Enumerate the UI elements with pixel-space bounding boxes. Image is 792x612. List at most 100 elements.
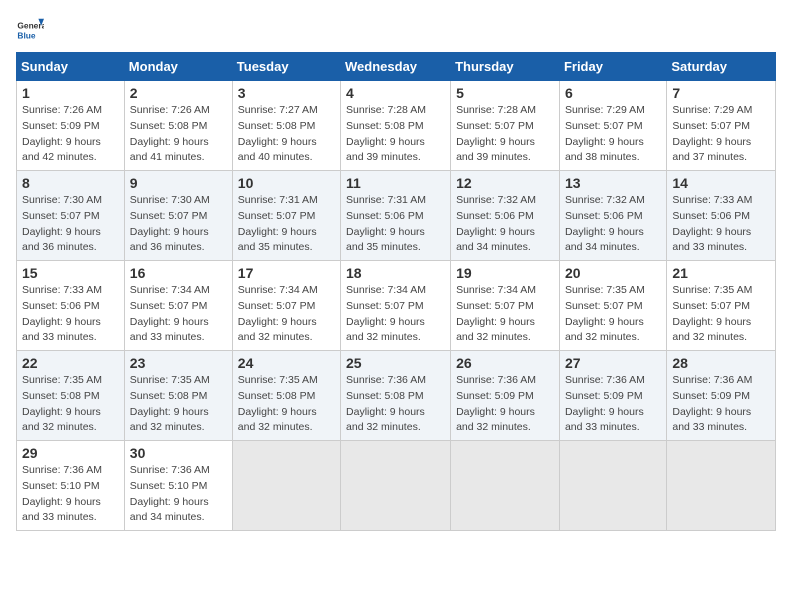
calendar-cell: 2 Sunrise: 7:26 AMSunset: 5:08 PMDaylight… bbox=[124, 81, 232, 171]
day-number: 9 bbox=[130, 175, 227, 191]
calendar-header-monday: Monday bbox=[124, 53, 232, 81]
day-number: 13 bbox=[565, 175, 661, 191]
svg-text:Blue: Blue bbox=[17, 30, 35, 40]
calendar-cell: 6Sunrise: 7:29 AMSunset: 5:07 PMDaylight… bbox=[559, 81, 666, 171]
day-detail: Sunrise: 7:28 AMSunset: 5:08 PMDaylight:… bbox=[346, 103, 445, 166]
day-detail: Sunrise: 7:36 AMSunset: 5:09 PMDaylight:… bbox=[565, 373, 661, 436]
calendar-cell: 5 Sunrise: 7:28 AMSunset: 5:07 PMDaylight… bbox=[451, 81, 560, 171]
calendar-week-5: 29 Sunrise: 7:36 AMSunset: 5:10 PMDayligh… bbox=[17, 441, 776, 531]
calendar-cell: 23Sunrise: 7:35 AMSunset: 5:08 PMDayligh… bbox=[124, 351, 232, 441]
day-number: 7 bbox=[672, 85, 770, 101]
day-detail: Sunrise: 7:36 AMSunset: 5:08 PMDaylight:… bbox=[346, 373, 445, 436]
day-number: 14 bbox=[672, 175, 770, 191]
day-number: 11 bbox=[346, 175, 445, 191]
day-detail: Sunrise: 7:35 AMSunset: 5:08 PMDaylight:… bbox=[238, 373, 335, 436]
day-number: 4 bbox=[346, 85, 445, 101]
calendar-cell: 24 Sunrise: 7:35 AMSunset: 5:08 PMDayligh… bbox=[232, 351, 340, 441]
calendar-week-2: 8 Sunrise: 7:30 AMSunset: 5:07 PMDaylight… bbox=[17, 171, 776, 261]
day-detail: Sunrise: 7:34 AMSunset: 5:07 PMDaylight:… bbox=[456, 283, 554, 346]
calendar-week-3: 15 Sunrise: 7:33 AMSunset: 5:06 PMDayligh… bbox=[17, 261, 776, 351]
calendar-cell: 22Sunrise: 7:35 AMSunset: 5:08 PMDayligh… bbox=[17, 351, 125, 441]
calendar-table: SundayMondayTuesdayWednesdayThursdayFrid… bbox=[16, 52, 776, 531]
calendar-cell bbox=[667, 441, 776, 531]
calendar-cell bbox=[232, 441, 340, 531]
day-detail: Sunrise: 7:36 AMSunset: 5:09 PMDaylight:… bbox=[456, 373, 554, 436]
day-number: 8 bbox=[22, 175, 119, 191]
day-number: 2 bbox=[130, 85, 227, 101]
day-number: 12 bbox=[456, 175, 554, 191]
calendar-cell: 19Sunrise: 7:34 AMSunset: 5:07 PMDayligh… bbox=[451, 261, 560, 351]
calendar-cell: 13 Sunrise: 7:32 AMSunset: 5:06 PMDayligh… bbox=[559, 171, 666, 261]
calendar-cell bbox=[341, 441, 451, 531]
day-detail: Sunrise: 7:36 AMSunset: 5:10 PMDaylight:… bbox=[22, 463, 119, 526]
day-number: 24 bbox=[238, 355, 335, 371]
calendar-cell: 30 Sunrise: 7:36 AMSunset: 5:10 PMDayligh… bbox=[124, 441, 232, 531]
calendar-week-4: 22 Sunrise: 7:35 AMSunset: 5:08 PMDayligh… bbox=[17, 351, 776, 441]
calendar-header-friday: Friday bbox=[559, 53, 666, 81]
day-number: 27 bbox=[565, 355, 661, 371]
day-detail: Sunrise: 7:31 AMSunset: 5:06 PMDaylight:… bbox=[346, 193, 445, 256]
day-detail: Sunrise: 7:30 AMSunset: 5:07 PMDaylight:… bbox=[130, 193, 227, 256]
header: GeneralBlue bbox=[16, 16, 776, 44]
day-detail: Sunrise: 7:29 AMSunset: 5:07 PMDaylight:… bbox=[672, 103, 770, 166]
day-detail: Sunrise: 7:33 AMSunset: 5:06 PMDaylight:… bbox=[22, 283, 119, 346]
calendar-cell: 4 Sunrise: 7:28 AMSunset: 5:08 PMDaylight… bbox=[341, 81, 451, 171]
calendar-cell: 14 Sunrise: 7:33 AMSunset: 5:06 PMDayligh… bbox=[667, 171, 776, 261]
day-detail: Sunrise: 7:35 AMSunset: 5:08 PMDaylight:… bbox=[130, 373, 227, 436]
day-detail: Sunrise: 7:34 AMSunset: 5:07 PMDaylight:… bbox=[346, 283, 445, 346]
day-detail: Sunrise: 7:36 AMSunset: 5:09 PMDaylight:… bbox=[672, 373, 770, 436]
day-detail: Sunrise: 7:30 AMSunset: 5:07 PMDaylight:… bbox=[22, 193, 119, 256]
day-detail: Sunrise: 7:35 AMSunset: 5:07 PMDaylight:… bbox=[565, 283, 661, 346]
day-detail: Sunrise: 7:35 AMSunset: 5:07 PMDaylight:… bbox=[672, 283, 770, 346]
logo-icon: GeneralBlue bbox=[16, 16, 44, 44]
calendar-cell bbox=[559, 441, 666, 531]
calendar-cell: 10 Sunrise: 7:31 AMSunset: 5:07 PMDayligh… bbox=[232, 171, 340, 261]
day-detail: Sunrise: 7:28 AMSunset: 5:07 PMDaylight:… bbox=[456, 103, 554, 166]
day-number: 26 bbox=[456, 355, 554, 371]
day-number: 25 bbox=[346, 355, 445, 371]
day-number: 10 bbox=[238, 175, 335, 191]
day-number: 15 bbox=[22, 265, 119, 281]
day-number: 16 bbox=[130, 265, 227, 281]
calendar-cell: 1Sunrise: 7:26 AMSunset: 5:09 PMDaylight… bbox=[17, 81, 125, 171]
day-detail: Sunrise: 7:26 AMSunset: 5:08 PMDaylight:… bbox=[130, 103, 227, 166]
calendar-header-thursday: Thursday bbox=[451, 53, 560, 81]
calendar-cell: 27 Sunrise: 7:36 AMSunset: 5:09 PMDayligh… bbox=[559, 351, 666, 441]
calendar-cell: 12 Sunrise: 7:32 AMSunset: 5:06 PMDayligh… bbox=[451, 171, 560, 261]
calendar-cell: 3 Sunrise: 7:27 AMSunset: 5:08 PMDaylight… bbox=[232, 81, 340, 171]
calendar-cell: 21 Sunrise: 7:35 AMSunset: 5:07 PMDayligh… bbox=[667, 261, 776, 351]
calendar-cell: 18 Sunrise: 7:34 AMSunset: 5:07 PMDayligh… bbox=[341, 261, 451, 351]
day-detail: Sunrise: 7:36 AMSunset: 5:10 PMDaylight:… bbox=[130, 463, 227, 526]
calendar-header-tuesday: Tuesday bbox=[232, 53, 340, 81]
day-detail: Sunrise: 7:34 AMSunset: 5:07 PMDaylight:… bbox=[130, 283, 227, 346]
day-number: 18 bbox=[346, 265, 445, 281]
day-number: 30 bbox=[130, 445, 227, 461]
calendar-week-1: 1Sunrise: 7:26 AMSunset: 5:09 PMDaylight… bbox=[17, 81, 776, 171]
day-number: 3 bbox=[238, 85, 335, 101]
day-number: 21 bbox=[672, 265, 770, 281]
day-detail: Sunrise: 7:32 AMSunset: 5:06 PMDaylight:… bbox=[456, 193, 554, 256]
day-number: 29 bbox=[22, 445, 119, 461]
day-detail: Sunrise: 7:31 AMSunset: 5:07 PMDaylight:… bbox=[238, 193, 335, 256]
calendar-cell: 15 Sunrise: 7:33 AMSunset: 5:06 PMDayligh… bbox=[17, 261, 125, 351]
calendar-header-row: SundayMondayTuesdayWednesdayThursdayFrid… bbox=[17, 53, 776, 81]
calendar-cell: 28Sunrise: 7:36 AMSunset: 5:09 PMDayligh… bbox=[667, 351, 776, 441]
logo: GeneralBlue bbox=[16, 16, 44, 44]
calendar-header-saturday: Saturday bbox=[667, 53, 776, 81]
calendar-cell: 17 Sunrise: 7:34 AMSunset: 5:07 PMDayligh… bbox=[232, 261, 340, 351]
day-number: 5 bbox=[456, 85, 554, 101]
calendar-cell: 8 Sunrise: 7:30 AMSunset: 5:07 PMDaylight… bbox=[17, 171, 125, 261]
day-detail: Sunrise: 7:26 AMSunset: 5:09 PMDaylight:… bbox=[22, 103, 119, 166]
calendar-cell: 25 Sunrise: 7:36 AMSunset: 5:08 PMDayligh… bbox=[341, 351, 451, 441]
day-detail: Sunrise: 7:29 AMSunset: 5:07 PMDaylight:… bbox=[565, 103, 661, 166]
day-detail: Sunrise: 7:33 AMSunset: 5:06 PMDaylight:… bbox=[672, 193, 770, 256]
day-number: 22 bbox=[22, 355, 119, 371]
day-detail: Sunrise: 7:32 AMSunset: 5:06 PMDaylight:… bbox=[565, 193, 661, 256]
calendar-cell: 7 Sunrise: 7:29 AMSunset: 5:07 PMDaylight… bbox=[667, 81, 776, 171]
calendar-cell: 16 Sunrise: 7:34 AMSunset: 5:07 PMDayligh… bbox=[124, 261, 232, 351]
day-detail: Sunrise: 7:34 AMSunset: 5:07 PMDaylight:… bbox=[238, 283, 335, 346]
calendar-cell: 29 Sunrise: 7:36 AMSunset: 5:10 PMDayligh… bbox=[17, 441, 125, 531]
day-number: 17 bbox=[238, 265, 335, 281]
day-detail: Sunrise: 7:27 AMSunset: 5:08 PMDaylight:… bbox=[238, 103, 335, 166]
calendar-header-wednesday: Wednesday bbox=[341, 53, 451, 81]
